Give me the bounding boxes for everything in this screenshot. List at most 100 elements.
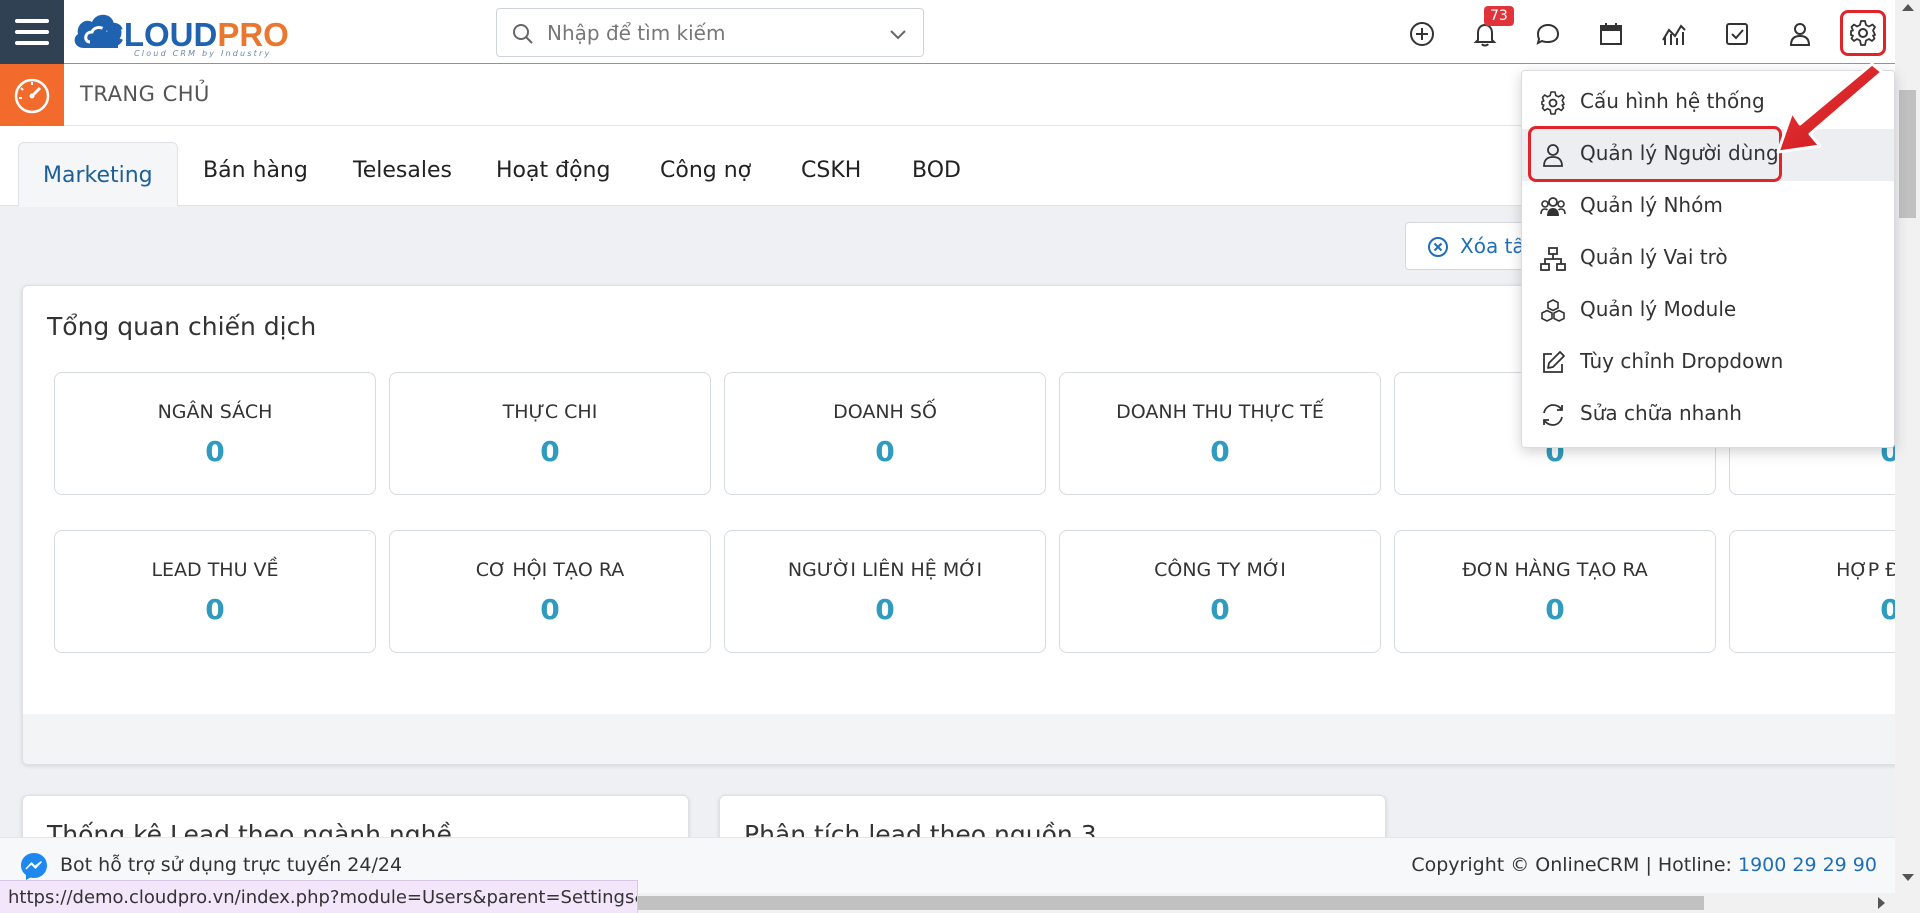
menu-item-role-management[interactable]: Quản lý Vai trò: [1522, 233, 1894, 285]
stat-card-leads: LEAD THU VỀ 0: [54, 530, 376, 653]
cubes-icon: [1541, 299, 1565, 322]
group-icon: [1540, 197, 1566, 216]
search-input[interactable]: [547, 19, 867, 47]
menu-item-label: Quản lý Vai trò: [1580, 245, 1728, 269]
close-circle-icon: [1428, 237, 1448, 257]
user-icon: [1789, 23, 1811, 46]
checkbox-icon: [1726, 23, 1748, 45]
stat-card-new-companies: CÔNG TY MỚI 0: [1059, 530, 1381, 653]
stat-value: 0: [205, 593, 225, 626]
horizontal-scrollbar[interactable]: [638, 893, 1895, 913]
tasks-button[interactable]: [1717, 14, 1757, 54]
stat-label: HỢP ĐỒNG: [1836, 559, 1901, 581]
add-button[interactable]: [1402, 14, 1442, 54]
logo-tagline: Cloud CRM by Industry: [134, 49, 272, 58]
support-bot-link[interactable]: Bot hỗ trợ sử dụng trực tuyến 24/24: [60, 854, 402, 876]
stat-value: 0: [1880, 593, 1900, 626]
menu-item-customize-dropdown[interactable]: Tùy chỉnh Dropdown: [1522, 337, 1894, 389]
menu-item-label: Tùy chỉnh Dropdown: [1580, 349, 1784, 373]
global-search[interactable]: [496, 8, 924, 57]
stat-value: 0: [205, 435, 225, 468]
hamburger-line: [15, 30, 49, 34]
stat-card-actual-spend: THỰC CHI 0: [389, 372, 711, 495]
annotation-arrow-icon: [1776, 62, 1884, 154]
menu-item-quick-repair[interactable]: Sửa chữa nhanh: [1522, 389, 1894, 441]
tab-bod[interactable]: BOD: [912, 158, 961, 183]
menu-item-label: Cấu hình hệ thống: [1580, 89, 1765, 113]
calendar-button[interactable]: [1591, 14, 1631, 54]
page-title: TRANG CHỦ: [80, 82, 210, 106]
chevron-down-icon[interactable]: [887, 23, 909, 45]
chart-icon: [1662, 24, 1686, 45]
stat-value: 0: [875, 593, 895, 626]
copyright-label: Copyright © OnlineCRM | Hotline:: [1411, 854, 1738, 876]
tab-hoat-dong[interactable]: Hoạt động: [496, 158, 610, 183]
search-icon: [513, 24, 533, 44]
stat-card-new-contacts: NGƯỜI LIÊN HỆ MỚI 0: [724, 530, 1046, 653]
refresh-icon: [1543, 404, 1563, 426]
stat-label: DOANH THU THỰC TẾ: [1116, 401, 1324, 423]
settings-highlight-box: [1840, 10, 1886, 56]
calendar-icon: [1600, 23, 1622, 45]
messenger-icon[interactable]: [18, 850, 50, 882]
stat-value: 0: [875, 435, 895, 468]
stat-label: NGÂN SÁCH: [157, 401, 273, 423]
stat-label: CƠ HỘI TẠO RA: [475, 559, 625, 581]
tab-ban-hang[interactable]: Bán hàng: [203, 158, 308, 183]
tab-cong-no[interactable]: Công nợ: [660, 158, 751, 183]
stat-card-orders: ĐƠN HÀNG TẠO RA 0: [1394, 530, 1716, 653]
menu-item-module-management[interactable]: Quản lý Module: [1522, 285, 1894, 337]
stat-label: THỰC CHI: [502, 401, 598, 423]
tab-cskh[interactable]: CSKH: [801, 158, 861, 183]
stat-label: NGƯỜI LIÊN HỆ MỚI: [787, 559, 983, 581]
scroll-up-arrow[interactable]: [1902, 4, 1914, 11]
menu-item-label: Sửa chữa nhanh: [1580, 401, 1742, 425]
stat-label: DOANH SỐ: [833, 401, 937, 423]
panel-footer: [23, 714, 1901, 764]
stat-label: CÔNG TY MỚI: [1154, 559, 1286, 581]
menu-toggle-button[interactable]: [0, 0, 64, 64]
stat-card-contracts: HỢP ĐỒNG 0: [1729, 530, 1901, 653]
menu-item-label: Quản lý Module: [1580, 297, 1737, 321]
tab-marketing[interactable]: Marketing: [18, 142, 178, 207]
dashboard-module-icon-box[interactable]: [0, 64, 64, 126]
plus-circle-icon: [1410, 22, 1434, 46]
panel-title: Tổng quan chiến dịch: [47, 312, 317, 341]
chat-icon: [1536, 23, 1560, 45]
notification-count-badge: 73: [1484, 6, 1514, 26]
speedometer-icon: [14, 78, 50, 114]
scroll-thumb[interactable]: [1899, 90, 1916, 218]
stat-label: LEAD THU VỀ: [151, 559, 279, 581]
stat-value: 0: [1210, 593, 1230, 626]
menu-item-group-management[interactable]: Quản lý Nhóm: [1522, 181, 1894, 233]
stat-card-budget: NGÂN SÁCH 0: [54, 372, 376, 495]
vertical-scrollbar[interactable]: [1895, 0, 1920, 913]
browser-status-url: https://demo.cloudpro.vn/index.php?modul…: [0, 880, 638, 913]
chat-button[interactable]: [1528, 14, 1568, 54]
tab-telesales[interactable]: Telesales: [353, 158, 452, 183]
stat-card-opportunities: CƠ HỘI TẠO RA 0: [389, 530, 711, 653]
hamburger-line: [15, 41, 49, 45]
reports-button[interactable]: [1654, 14, 1694, 54]
scroll-thumb[interactable]: [638, 896, 1704, 910]
stat-value: 0: [1545, 593, 1565, 626]
stat-card-actual-revenue: DOANH THU THỰC TẾ 0: [1059, 372, 1381, 495]
edit-icon: [1543, 351, 1565, 373]
stat-card-sales: DOANH SỐ 0: [724, 372, 1046, 495]
scroll-down-arrow[interactable]: [1902, 874, 1914, 881]
hierarchy-icon: [1540, 247, 1566, 271]
stat-value: 0: [540, 435, 560, 468]
stat-value: 0: [540, 593, 560, 626]
menu-item-label: Quản lý Nhóm: [1580, 193, 1723, 217]
hamburger-line: [15, 19, 49, 23]
gear-icon: [1541, 91, 1565, 115]
user-management-highlight-box: [1528, 126, 1782, 182]
hotline-link[interactable]: 1900 29 29 90: [1738, 854, 1877, 876]
top-header: CLOUDPRO Cloud CRM by Industry 73: [0, 0, 1895, 64]
copyright-text: Copyright © OnlineCRM | Hotline: 1900 29…: [1411, 854, 1877, 876]
cloudpro-logo[interactable]: CLOUDPRO Cloud CRM by Industry: [72, 6, 302, 58]
stat-value: 0: [1210, 435, 1230, 468]
profile-button[interactable]: [1780, 14, 1820, 54]
scroll-right-arrow[interactable]: [1878, 897, 1885, 909]
stat-label: ĐƠN HÀNG TẠO RA: [1462, 559, 1648, 581]
